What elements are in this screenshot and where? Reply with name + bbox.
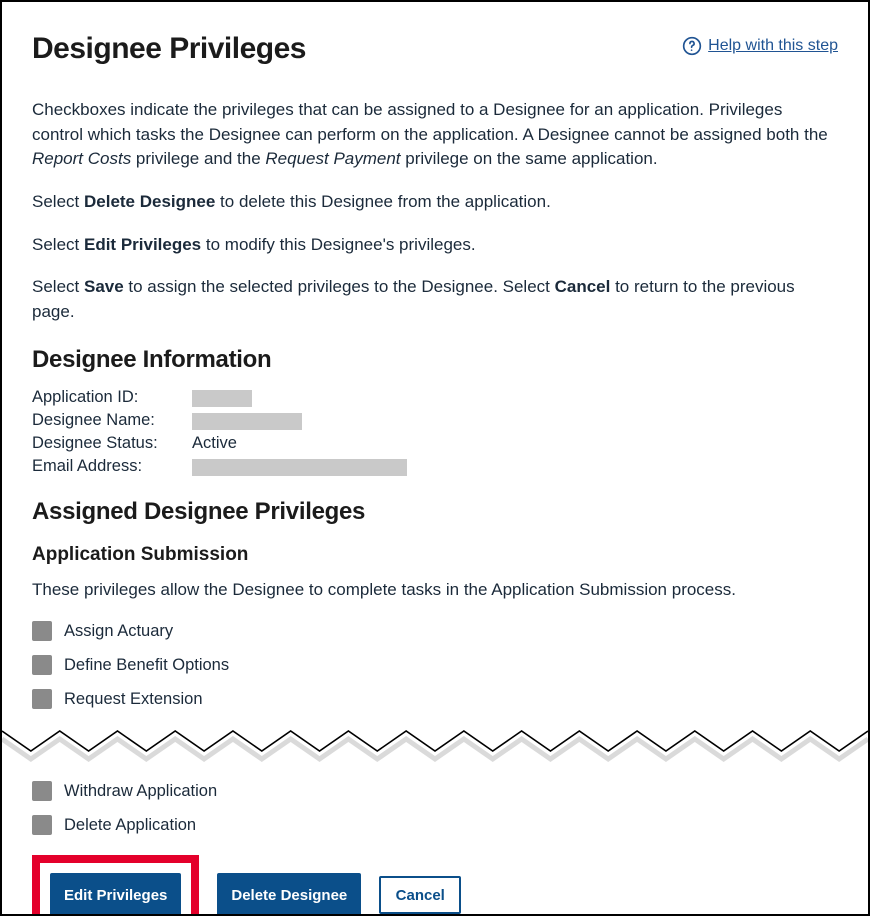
privilege-label: Withdraw Application: [64, 782, 217, 801]
value-application-id: [192, 388, 838, 407]
privileges-heading: Assigned Designee Privileges: [32, 498, 838, 526]
label-application-id: Application ID:: [32, 388, 192, 407]
help-link-label: Help with this step: [708, 37, 838, 55]
page-header: Designee Privileges Help with this step: [32, 26, 838, 90]
redacted-value: [192, 459, 407, 476]
help-icon: [682, 36, 702, 56]
checkbox[interactable]: [32, 689, 52, 709]
intro-text: to modify this Designee's privileges.: [201, 235, 475, 254]
intro-text: Select: [32, 277, 84, 296]
label-designee-name: Designee Name:: [32, 411, 192, 430]
checkbox[interactable]: [32, 621, 52, 641]
page-title: Designee Privileges: [32, 32, 306, 66]
privilege-item: Request Extension: [32, 689, 838, 709]
intro-text: privilege on the same application.: [401, 149, 658, 168]
redacted-value: [192, 390, 252, 407]
intro-text: privilege and the: [131, 149, 265, 168]
privilege-item: Define Benefit Options: [32, 655, 838, 675]
intro-strong: Delete Designee: [84, 192, 215, 211]
page-container: Designee Privileges Help with this step …: [0, 0, 870, 916]
content-break-zigzag: [2, 723, 868, 767]
privilege-item: Assign Actuary: [32, 621, 838, 641]
checkbox[interactable]: [32, 781, 52, 801]
privileges-group-desc: These privileges allow the Designee to c…: [32, 578, 838, 603]
designee-info-heading: Designee Information: [32, 346, 838, 374]
privileges-list-top: Assign Actuary Define Benefit Options Re…: [32, 621, 838, 709]
redacted-value: [192, 413, 302, 430]
intro-em: Request Payment: [265, 149, 400, 168]
intro-strong: Edit Privileges: [84, 235, 201, 254]
action-button-row: Edit Privileges Delete Designee Cancel: [32, 855, 838, 916]
intro-paragraph-4: Select Save to assign the selected privi…: [32, 275, 838, 324]
privilege-item: Delete Application: [32, 815, 838, 835]
highlight-box: Edit Privileges: [32, 855, 199, 916]
intro-text: Checkboxes indicate the privileges that …: [32, 100, 828, 144]
label-designee-status: Designee Status:: [32, 434, 192, 453]
privilege-label: Request Extension: [64, 690, 203, 709]
intro-strong: Cancel: [555, 277, 611, 296]
intro-text: to assign the selected privileges to the…: [124, 277, 555, 296]
intro-text: Select: [32, 235, 84, 254]
label-email-address: Email Address:: [32, 457, 192, 476]
help-link[interactable]: Help with this step: [682, 36, 838, 56]
checkbox[interactable]: [32, 655, 52, 675]
privilege-item: Withdraw Application: [32, 781, 838, 801]
value-designee-status: Active: [192, 434, 838, 453]
privileges-list-bottom: Withdraw Application Delete Application: [32, 781, 838, 835]
value-email-address: [192, 457, 838, 476]
edit-privileges-button[interactable]: Edit Privileges: [50, 873, 181, 916]
privilege-label: Assign Actuary: [64, 622, 173, 641]
privilege-label: Delete Application: [64, 816, 196, 835]
intro-paragraph-1: Checkboxes indicate the privileges that …: [32, 98, 838, 172]
intro-paragraph-3: Select Edit Privileges to modify this De…: [32, 233, 838, 258]
intro-text: to delete this Designee from the applica…: [215, 192, 550, 211]
cancel-button[interactable]: Cancel: [379, 876, 461, 914]
privilege-label: Define Benefit Options: [64, 656, 229, 675]
delete-designee-button[interactable]: Delete Designee: [217, 873, 361, 916]
intro-em: Report Costs: [32, 149, 131, 168]
intro-paragraph-2: Select Delete Designee to delete this De…: [32, 190, 838, 215]
checkbox[interactable]: [32, 815, 52, 835]
privileges-group-title: Application Submission: [32, 544, 838, 566]
intro-strong: Save: [84, 277, 124, 296]
intro-text: Select: [32, 192, 84, 211]
value-designee-name: [192, 411, 838, 430]
designee-info-grid: Application ID: Designee Name: Designee …: [32, 388, 838, 476]
